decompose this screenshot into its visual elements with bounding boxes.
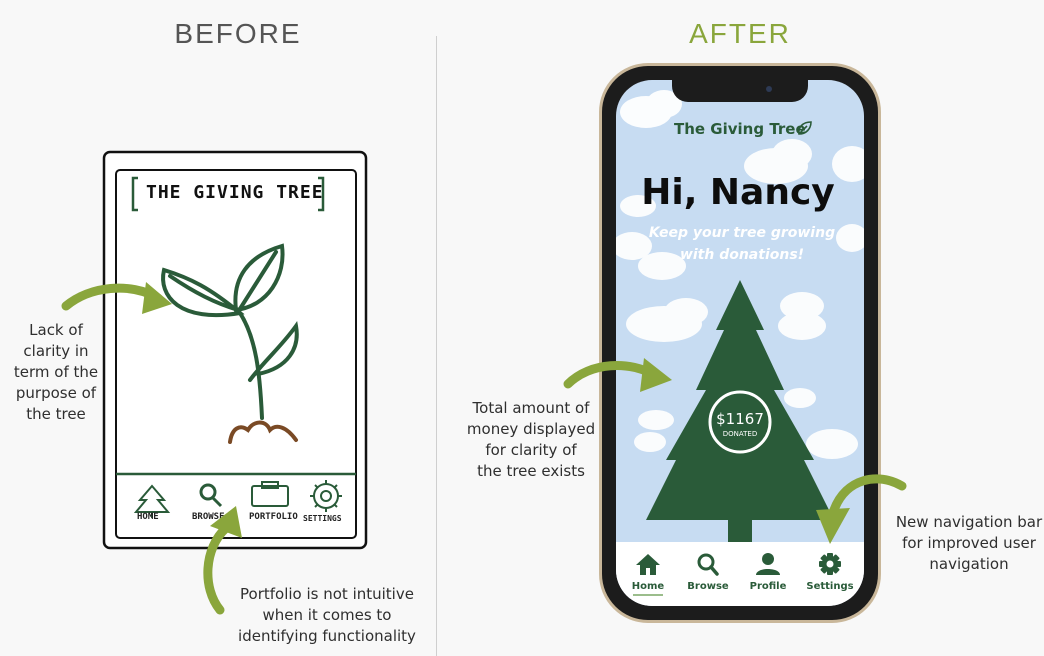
nav-profile[interactable]: Profile — [738, 552, 798, 596]
sketch-wireframe — [102, 150, 368, 550]
before-heading: BEFORE — [174, 18, 302, 49]
sketch-nav-portfolio: PORTFOLIO — [249, 512, 298, 522]
note-clarity: Lack of clarity in term of the purpose o… — [13, 321, 99, 423]
sketch-title: THE GIVING TREE — [146, 182, 324, 203]
note-navbar: New navigation bar for improved user nav… — [895, 513, 1043, 573]
nav-settings-label: Settings — [806, 581, 854, 592]
person-icon — [756, 553, 780, 575]
nav-browse-label: Browse — [687, 581, 729, 592]
phone-notch — [672, 80, 808, 102]
greeting: Hi, Nancy — [641, 172, 835, 213]
nav-profile-label: Profile — [749, 581, 787, 592]
search-icon — [697, 553, 719, 576]
donation-amount: $1167 — [716, 410, 764, 428]
sketch-nav-settings: SETTINGS — [303, 514, 342, 523]
nav-home[interactable]: Home — [618, 552, 678, 596]
home-icon — [636, 554, 660, 575]
nav-home-label: Home — [631, 581, 665, 592]
arrow-to-amount — [563, 358, 672, 392]
nav-active-indicator — [633, 594, 663, 596]
note-total: Total amount of money displayed for clar… — [466, 399, 596, 480]
gear-icon — [819, 553, 841, 575]
leaf-icon — [798, 121, 812, 135]
divider — [436, 36, 437, 656]
app-title: The Giving Tree — [674, 120, 806, 138]
nav-browse[interactable]: Browse — [678, 552, 738, 596]
sketch-nav-home: HOME — [137, 512, 159, 522]
note-portfolio: Portfolio is not intuitive when it comes… — [238, 585, 416, 645]
nav-settings[interactable]: Settings — [800, 552, 860, 596]
donation-label: DONATED — [722, 430, 758, 438]
camera-dot — [766, 86, 772, 92]
after-heading: AFTER — [689, 18, 791, 49]
subtitle: Keep your tree growing with donations! — [648, 225, 836, 263]
